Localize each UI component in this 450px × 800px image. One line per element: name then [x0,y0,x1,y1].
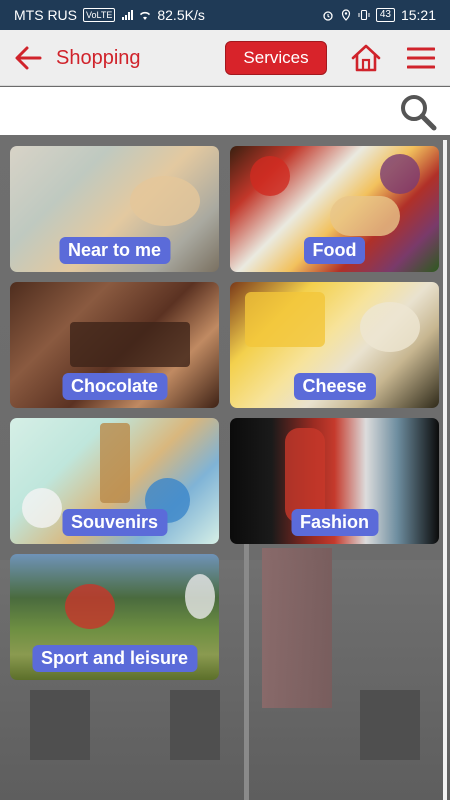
tile-label: Near to me [58,237,171,264]
tile-label: Food [303,237,366,264]
search-icon[interactable] [398,92,438,132]
cyclist-image [65,584,115,629]
alarm-icon [323,11,333,21]
lucky-cat-image [22,488,62,528]
tile-label: Chocolate [61,373,168,400]
search-input[interactable] [10,95,384,129]
carrier-name: MTS RUS [14,7,77,23]
background-window [360,690,420,760]
search-bar [0,87,450,135]
category-tile-sport-and-leisure[interactable]: Sport and leisure [10,554,219,680]
tile-label: Sport and leisure [31,645,198,672]
background-flag [262,548,332,708]
signal-icon [122,10,134,20]
tomato-image [250,156,290,196]
category-tile-cheese[interactable]: Cheese [230,282,439,408]
grapes-image [380,154,420,194]
cheese-block-image [245,292,325,347]
tile-label: Fashion [290,509,379,536]
background-window [30,690,90,760]
cyclist-image [185,574,215,619]
tile-label: Souvenirs [61,509,168,536]
vibrate-icon [358,9,370,21]
location-icon [341,9,350,21]
clock: 15:21 [400,7,436,23]
bread-image [330,196,400,236]
back-arrow-icon[interactable] [14,44,42,72]
page-title: Shopping [56,47,141,69]
status-right: 43 15:21 [322,7,436,23]
cheese-wheel-image [360,302,420,352]
volte-badge: VoLTE [83,8,116,22]
menu-icon[interactable] [407,46,435,70]
background-flagpole [244,540,249,800]
chocolate-bar-image [70,322,190,367]
category-tile-food[interactable]: Food [230,146,439,272]
battery-level: 43 [375,8,395,22]
category-tile-souvenirs[interactable]: Souvenirs [10,418,219,544]
tile-label: Cheese [293,373,376,400]
wifi-icon [140,11,151,20]
scrollbar[interactable] [443,140,447,800]
category-tile-chocolate[interactable]: Chocolate [10,282,219,408]
background-window [170,690,220,760]
status-left: MTS RUS VoLTE 82.5K/s [14,7,205,23]
hand-image [130,176,200,226]
app-bar: Shopping Services [0,30,450,86]
services-button[interactable]: Services [225,41,327,75]
home-icon[interactable] [351,44,381,72]
status-bar: MTS RUS VoLTE 82.5K/s 43 15:21 [0,0,450,30]
category-tile-fashion[interactable]: Fashion [230,418,439,544]
category-tile-near-to-me[interactable]: Near to me [10,146,219,272]
network-speed: 82.5K/s [157,7,205,23]
clock-tower-image [100,423,130,503]
